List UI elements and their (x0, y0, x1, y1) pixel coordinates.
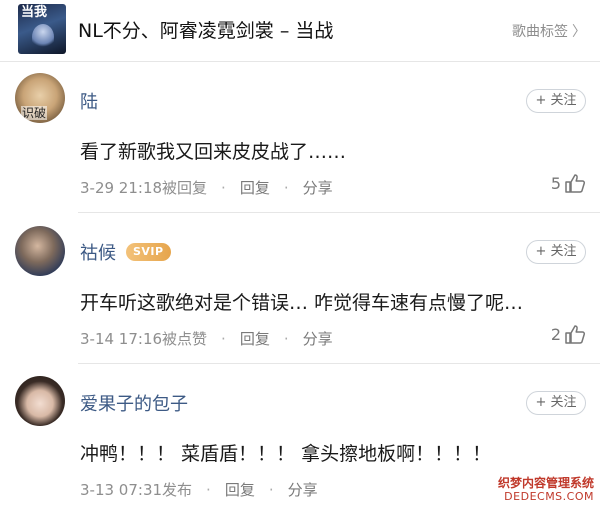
comment-divider (78, 363, 600, 364)
username[interactable]: 祜候 (80, 239, 116, 265)
like-count: 5 (550, 173, 561, 193)
username[interactable]: 爱果子的包子 (80, 390, 188, 416)
meta-separator: · (283, 179, 289, 197)
thumbs-up-icon (565, 325, 586, 344)
comment-item: 祜候 SVIP + 关注 开车听这歌绝对是个错误… 咋觉得车速有点慢了呢… 3-… (0, 214, 600, 364)
meta-separator: · (268, 481, 274, 499)
avatar[interactable] (15, 226, 65, 276)
share-button[interactable]: 分享 (303, 330, 333, 348)
share-button[interactable]: 分享 (288, 481, 318, 499)
song-title: NL不分、阿睿凌霓剑裳 – 当战 (78, 20, 334, 42)
follow-button[interactable]: + 关注 (526, 89, 586, 113)
album-cover[interactable]: 当我 (18, 4, 66, 54)
comment-date: 3-29 21:18被回复 (80, 179, 208, 197)
reply-button[interactable]: 回复 (240, 330, 270, 348)
album-cover-text: 当我 (21, 5, 48, 20)
watermark-line2: DEDECMS.COM (504, 490, 594, 503)
meta-separator: · (206, 481, 211, 499)
follow-button[interactable]: + 关注 (526, 391, 586, 415)
comment-meta: 3-14 17:16被点赞 · 回复 · 分享 (80, 328, 333, 349)
like-button[interactable]: 5 (551, 173, 586, 193)
comment-date: 3-13 07:31发布 (80, 481, 193, 499)
svip-badge: SVIP (126, 243, 171, 261)
meta-separator: · (283, 330, 289, 348)
song-header: 当我 NL不分、阿睿凌霓剑裳 – 当战 歌曲标签〉 (0, 0, 600, 62)
follow-button[interactable]: + 关注 (526, 240, 586, 264)
reply-button[interactable]: 回复 (225, 481, 255, 499)
username[interactable]: 陆 (80, 88, 98, 114)
thumbs-up-icon (565, 174, 586, 193)
comment-text: 冲鸭！！！ 菜盾盾！！！ 拿头擦地板啊！！！！ (80, 443, 492, 465)
album-cover-art (32, 24, 54, 50)
avatar-label: 识破 (21, 106, 48, 120)
comment-meta: 3-29 21:18被回复 · 回复 · 分享 (80, 177, 333, 198)
comment-date: 3-14 17:16被点赞 (80, 330, 208, 348)
song-tags-label: 歌曲标签 (512, 24, 568, 40)
comment-meta: 3-13 07:31发布 · 回复 · 分享 (80, 479, 318, 500)
reply-button[interactable]: 回复 (240, 179, 270, 197)
watermark: 织梦内容管理系统 DEDECMS.COM (498, 476, 594, 503)
meta-separator: · (221, 330, 226, 348)
comment-item: 爱果子的包子 + 关注 冲鸭！！！ 菜盾盾！！！ 拿头擦地板啊！！！！ 3-13… (0, 365, 600, 507)
song-tags-link[interactable]: 歌曲标签〉 (512, 21, 586, 41)
comment-divider (78, 212, 600, 213)
like-count: 2 (550, 324, 561, 344)
comment-text: 看了新歌我又回来皮皮战了…… (80, 141, 347, 163)
share-button[interactable]: 分享 (303, 179, 333, 197)
meta-separator: · (221, 179, 226, 197)
chevron-right-icon: 〉 (572, 24, 586, 40)
avatar[interactable]: 识破 (15, 73, 65, 123)
comment-text: 开车听这歌绝对是个错误… 咋觉得车速有点慢了呢… (80, 292, 524, 314)
comment-item: 识破 陆 + 关注 看了新歌我又回来皮皮战了…… 3-29 21:18被回复 · 回… (0, 63, 600, 213)
avatar[interactable] (15, 376, 65, 426)
watermark-line1: 织梦内容管理系统 (497, 476, 594, 490)
like-button[interactable]: 2 (551, 324, 586, 344)
